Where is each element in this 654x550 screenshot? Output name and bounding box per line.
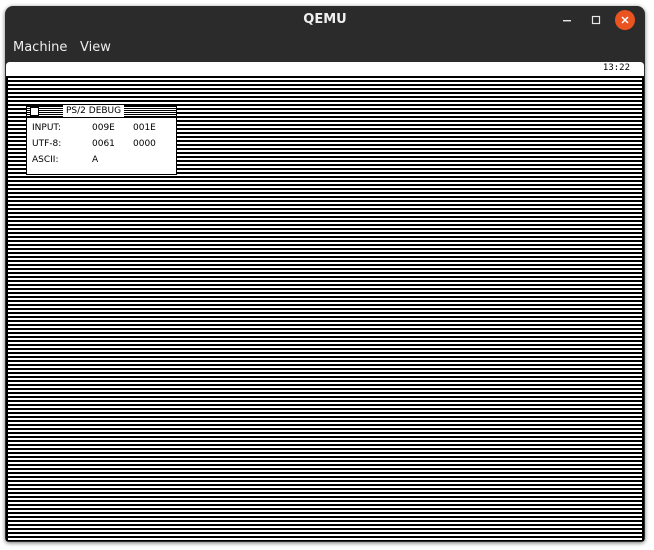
guest-status-bar: 13:22: [6, 62, 644, 76]
debug-row-input: INPUT: 009E 001E: [32, 123, 172, 135]
debug-window-title: PS/2 DEBUG: [63, 105, 125, 117]
close-icon: [621, 16, 629, 24]
menu-machine[interactable]: Machine: [13, 40, 67, 55]
debug-close-box-icon[interactable]: [30, 107, 39, 116]
debug-label: ASCII:: [32, 155, 59, 165]
minimize-icon: [563, 20, 571, 22]
debug-value: A: [92, 155, 99, 165]
maximize-button[interactable]: [586, 10, 606, 30]
guest-display[interactable]: 13:22 PS/2 DEBUG INPUT: 009E 001E UTF-8:: [6, 62, 644, 541]
minimize-button[interactable]: [557, 10, 577, 30]
debug-label: UTF-8:: [32, 139, 62, 149]
debug-value: 0000: [133, 139, 156, 149]
debug-value: 009E: [92, 123, 115, 133]
debug-value: 0061: [92, 139, 115, 149]
title-bar[interactable]: QEMU: [5, 6, 645, 34]
maximize-icon: [591, 15, 601, 25]
qemu-window: QEMU Machine View 13:22 PS/2 DEBUG INPUT…: [5, 6, 645, 542]
close-button[interactable]: [615, 10, 635, 30]
ps2-debug-window[interactable]: PS/2 DEBUG INPUT: 009E 001E UTF-8: 0061 …: [26, 105, 177, 175]
debug-label: INPUT:: [32, 123, 61, 133]
debug-window-body: INPUT: 009E 001E UTF-8: 0061 0000 ASCII:…: [27, 118, 176, 174]
menu-bar: Machine View: [5, 34, 645, 62]
debug-row-ascii: ASCII: A: [32, 155, 172, 167]
menu-view[interactable]: View: [80, 40, 111, 55]
window-title: QEMU: [303, 12, 347, 27]
debug-value: 001E: [133, 123, 156, 133]
debug-window-title-bar[interactable]: PS/2 DEBUG: [27, 105, 176, 118]
guest-clock: 13:22: [602, 63, 630, 73]
guest-desktop[interactable]: PS/2 DEBUG INPUT: 009E 001E UTF-8: 0061 …: [6, 76, 644, 541]
debug-row-utf8: UTF-8: 0061 0000: [32, 139, 172, 151]
